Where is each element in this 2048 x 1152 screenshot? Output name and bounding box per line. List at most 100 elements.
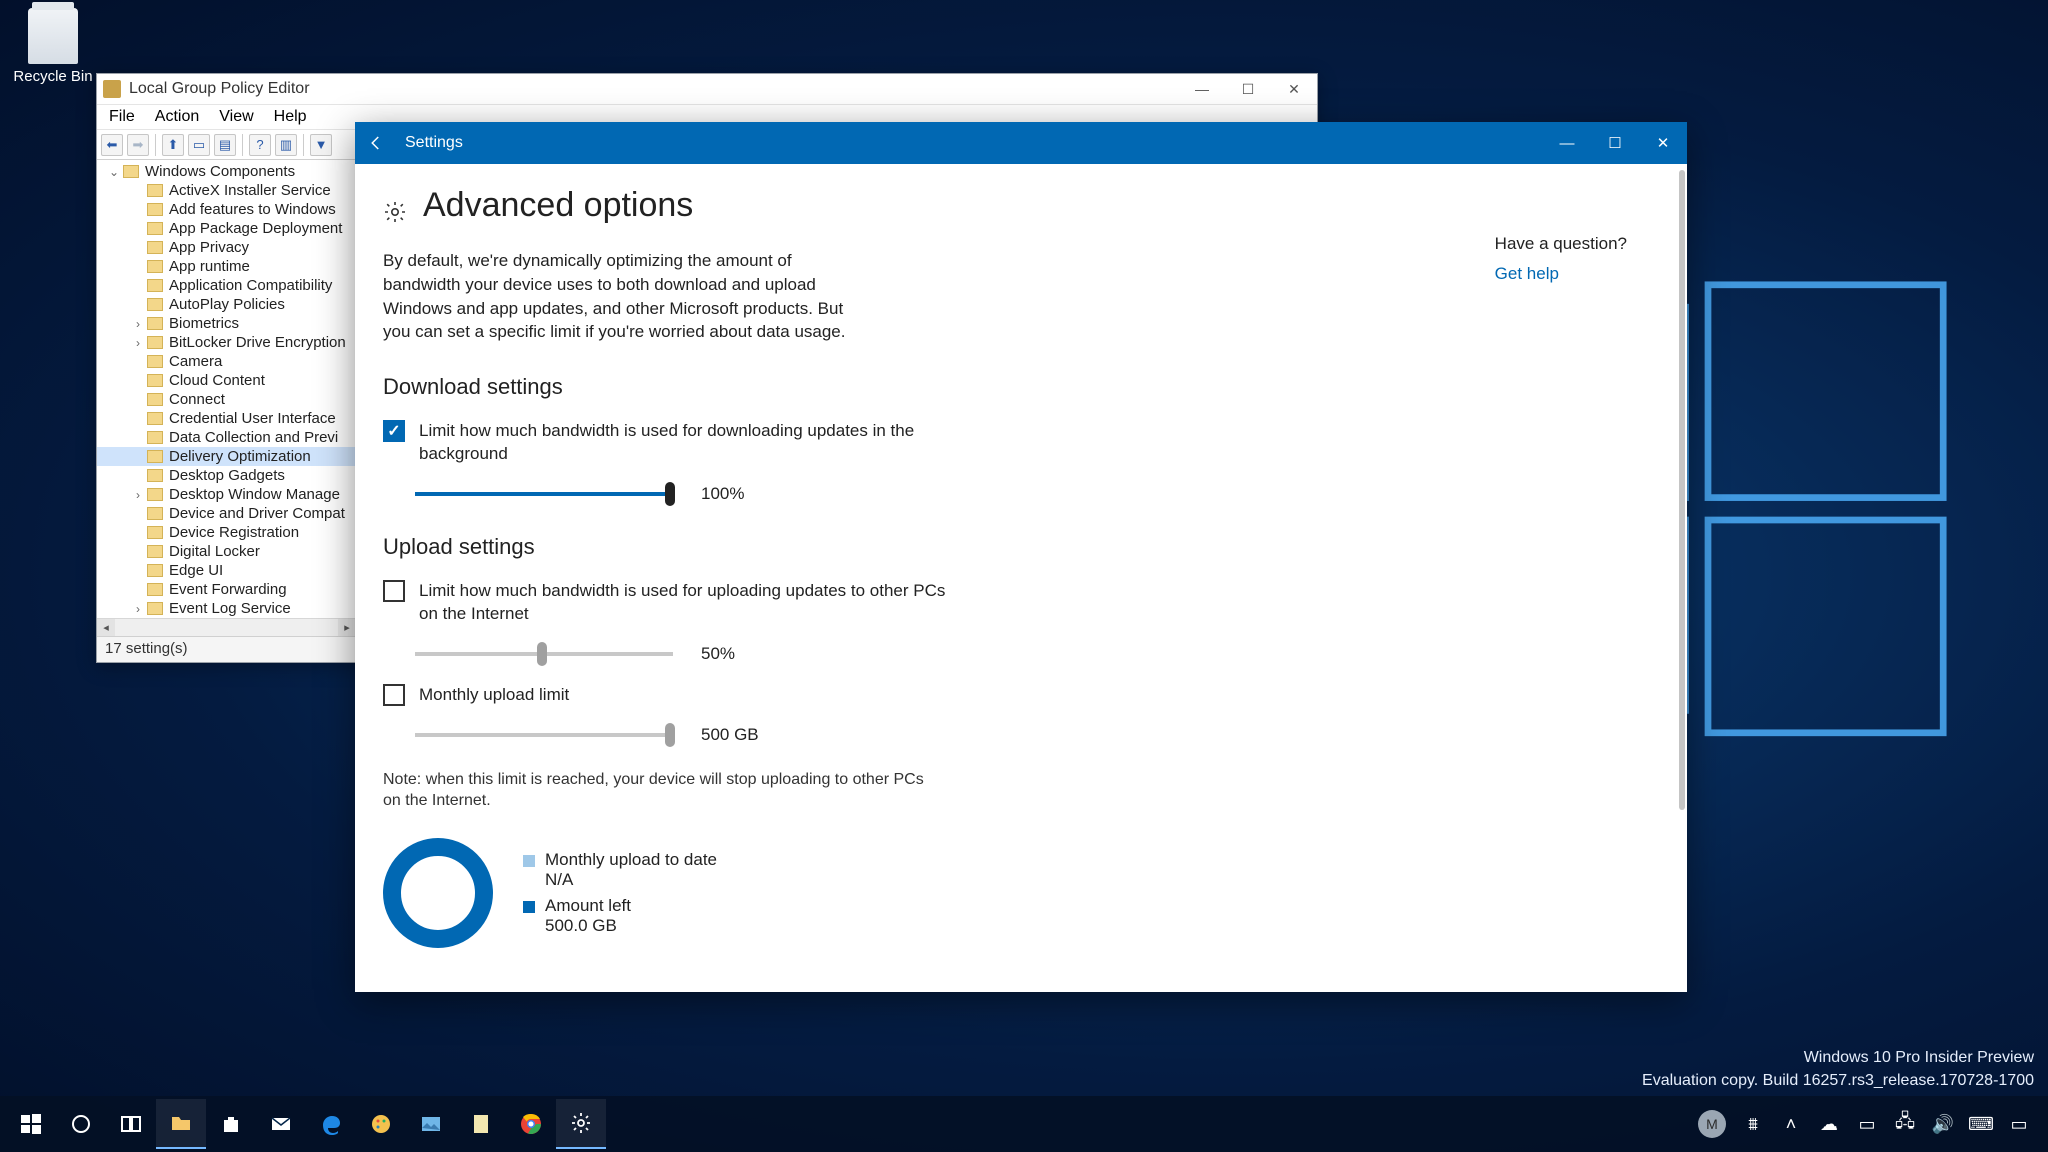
settings-titlebar[interactable]: Settings — ☐ ✕ [355,122,1687,164]
menu-view[interactable]: View [209,108,263,126]
file-explorer-button[interactable] [156,1099,206,1149]
up-button[interactable]: ⬆ [162,134,184,156]
tree-item[interactable]: Device Registration [97,523,356,542]
menu-help[interactable]: Help [264,108,317,126]
checkbox-unchecked-icon [383,684,405,706]
tree-item[interactable]: AutoPlay Policies [97,295,356,314]
tree-item[interactable]: ›BitLocker Drive Encryption [97,333,356,352]
filter-button[interactable]: ▼ [310,134,332,156]
start-button[interactable] [6,1099,56,1149]
pictures-button[interactable] [406,1099,456,1149]
tree-item[interactable]: Application Compatibility [97,276,356,295]
tree-hscroll[interactable]: ◂ ▸ [97,618,356,636]
gpedit-close-button[interactable]: ✕ [1271,74,1317,104]
tree-item[interactable]: App Package Deployment [97,219,356,238]
tree-item[interactable]: › Biometrics [97,314,356,333]
menu-file[interactable]: File [99,108,145,126]
paint-button[interactable] [356,1099,406,1149]
chrome-button[interactable] [506,1099,556,1149]
tree-item[interactable]: Camera [97,352,356,371]
tree-item[interactable]: Desktop Gadgets [97,466,356,485]
settings-close-button[interactable]: ✕ [1639,122,1687,164]
folder-icon [147,222,163,235]
tree-item[interactable]: Edge UI [97,561,356,580]
show-hide-tree-button[interactable]: ▭ [188,134,210,156]
nav-forward-button[interactable]: ➡ [127,134,149,156]
folder-icon [147,450,163,463]
tree-item[interactable]: Device and Driver Compat [97,504,356,523]
action-center-icon[interactable]: ▭ [2008,1113,2030,1135]
monthly-limit-checkbox[interactable]: Monthly upload limit [383,684,1659,707]
tree-item-label: App Privacy [169,239,249,256]
tree-item[interactable]: ActiveX Installer Service [97,181,356,200]
onedrive-icon[interactable]: ☁ [1818,1113,1840,1135]
tree-item[interactable]: Delivery Optimization [97,447,356,466]
get-help-link[interactable]: Get help [1495,264,1627,284]
expand-icon[interactable]: › [131,488,145,502]
tree-item-label: Biometrics [169,315,239,332]
help-button[interactable]: ? [249,134,271,156]
task-view-button[interactable] [106,1099,156,1149]
settings-maximize-button[interactable]: ☐ [1591,122,1639,164]
upload-limit-checkbox[interactable]: Limit how much bandwidth is used for upl… [383,580,1659,626]
export-button[interactable]: ▤ [214,134,236,156]
user-avatar[interactable]: M [1698,1110,1726,1138]
settings-minimize-button[interactable]: — [1543,122,1591,164]
tree-item-label: Application Compatibility [169,277,332,294]
tree-item[interactable]: Digital Locker [97,542,356,561]
expand-icon[interactable]: › [131,317,145,331]
download-limit-checkbox[interactable]: ✓ Limit how much bandwidth is used for d… [383,420,1659,466]
upload-limit-slider[interactable]: 50% [415,644,1659,664]
expand-icon[interactable]: › [131,336,145,350]
gpedit-minimize-button[interactable]: — [1179,74,1225,104]
tree-item[interactable]: Connect [97,390,356,409]
network-icon[interactable]: 🖧 [1894,1113,1916,1135]
keyboard-icon[interactable]: ⌨ [1970,1113,1992,1135]
collapse-icon[interactable]: ⌄ [107,165,121,179]
tree-item[interactable]: Cloud Content [97,371,356,390]
gpedit-titlebar[interactable]: Local Group Policy Editor — ☐ ✕ [97,74,1317,104]
folder-icon [147,545,163,558]
tree-item-label: Credential User Interface [169,410,336,427]
people-icon[interactable]: ⩩ [1742,1113,1764,1135]
tree-item[interactable]: Add features to Windows [97,200,356,219]
tree-item[interactable]: › Event Log Service [97,599,356,618]
gpedit-tree[interactable]: ⌄ Windows Components ActiveX Installer S… [97,162,357,636]
folder-icon [147,203,163,216]
expand-icon[interactable]: › [131,602,145,616]
back-button[interactable] [355,122,397,164]
properties-button[interactable]: ▥ [275,134,297,156]
edge-button[interactable] [306,1099,356,1149]
scroll-left-icon[interactable]: ◂ [97,619,115,636]
recycle-bin-label: Recycle Bin [8,68,98,85]
tree-item[interactable]: Event Forwarding [97,580,356,599]
recycle-bin-icon[interactable]: Recycle Bin [8,8,98,85]
cortana-button[interactable] [56,1099,106,1149]
volume-icon[interactable]: 🔊 [1932,1113,1954,1135]
upload-heading: Upload settings [383,534,1659,560]
nav-back-button[interactable]: ⬅ [101,134,123,156]
monthly-limit-slider[interactable]: 500 GB [415,725,1659,745]
download-limit-slider[interactable]: 100% [415,484,1659,504]
tree-item[interactable]: App runtime [97,257,356,276]
gpedit-maximize-button[interactable]: ☐ [1225,74,1271,104]
tree-root-label[interactable]: Windows Components [145,163,295,180]
mail-button[interactable] [256,1099,306,1149]
tree-item[interactable]: App Privacy [97,238,356,257]
folder-icon [147,374,163,387]
tree-item[interactable]: Credential User Interface [97,409,356,428]
settings-taskbar-button[interactable] [556,1099,606,1149]
tray-chevron-icon[interactable]: ˄ [1780,1113,1802,1135]
menu-action[interactable]: Action [145,108,209,126]
tree-item[interactable]: Data Collection and Previ [97,428,356,447]
notepad-button[interactable] [456,1099,506,1149]
settings-scrollbar[interactable] [1679,170,1685,810]
scroll-right-icon[interactable]: ▸ [338,619,356,636]
monthly-limit-value: 500 GB [701,725,759,745]
battery-icon[interactable]: ▭ [1856,1113,1878,1135]
store-button[interactable] [206,1099,256,1149]
tree-item-label: Event Log Service [169,600,291,617]
tree-item[interactable]: ›Desktop Window Manage [97,485,356,504]
folder-icon [147,412,163,425]
tree-item-label: App Package Deployment [169,220,342,237]
